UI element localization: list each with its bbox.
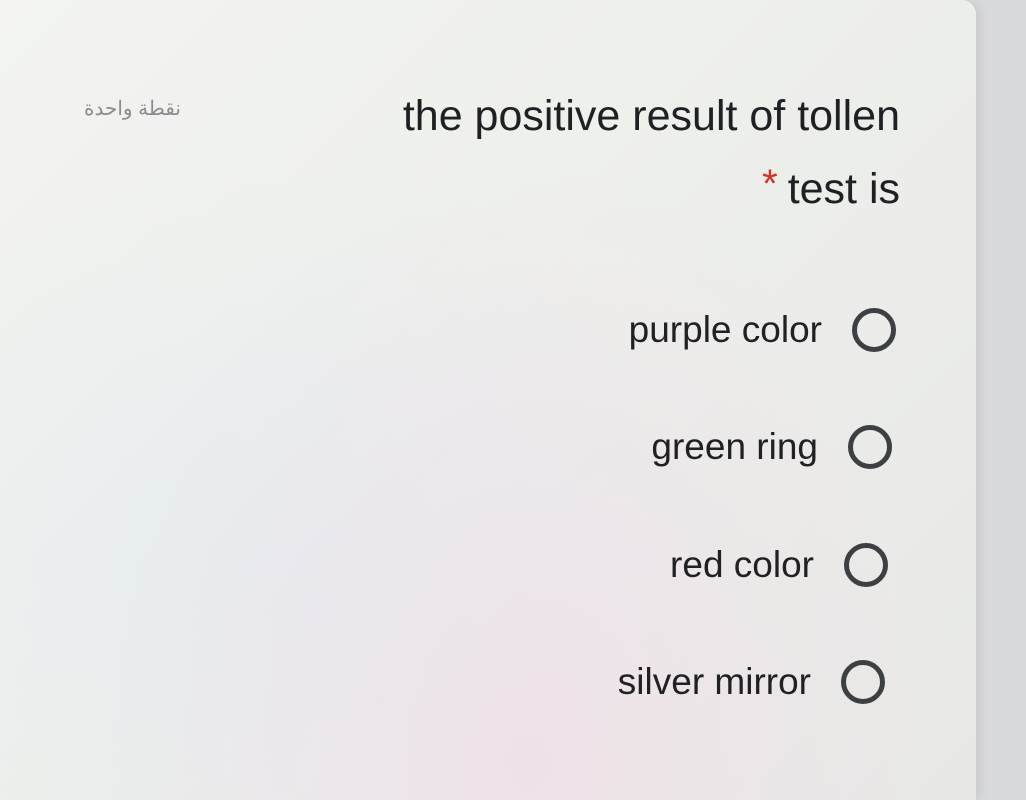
question-title: the positive result of tollen * test is bbox=[280, 80, 900, 227]
question-text-line2-wrap: * test is bbox=[280, 153, 900, 227]
radio-option-purple-color[interactable]: purple color bbox=[629, 308, 896, 352]
question-text-line2: test is bbox=[787, 165, 900, 213]
radio-option-green-ring[interactable]: green ring bbox=[651, 425, 892, 469]
option-label: red color bbox=[670, 544, 814, 585]
required-asterisk: * bbox=[762, 162, 778, 206]
radio-button[interactable] bbox=[852, 308, 896, 352]
option-label: silver mirror bbox=[617, 661, 811, 702]
radio-option-red-color[interactable]: red color bbox=[670, 543, 888, 587]
option-label: green ring bbox=[651, 426, 818, 467]
radio-button[interactable] bbox=[841, 660, 885, 704]
points-label: نقطة واحدة bbox=[84, 98, 181, 120]
option-label: purple color bbox=[628, 309, 822, 350]
radio-button[interactable] bbox=[848, 425, 892, 469]
radio-button[interactable] bbox=[844, 543, 888, 587]
radio-option-silver-mirror[interactable]: silver mirror bbox=[618, 660, 885, 704]
question-text-line1: the positive result of tollen bbox=[402, 92, 900, 140]
